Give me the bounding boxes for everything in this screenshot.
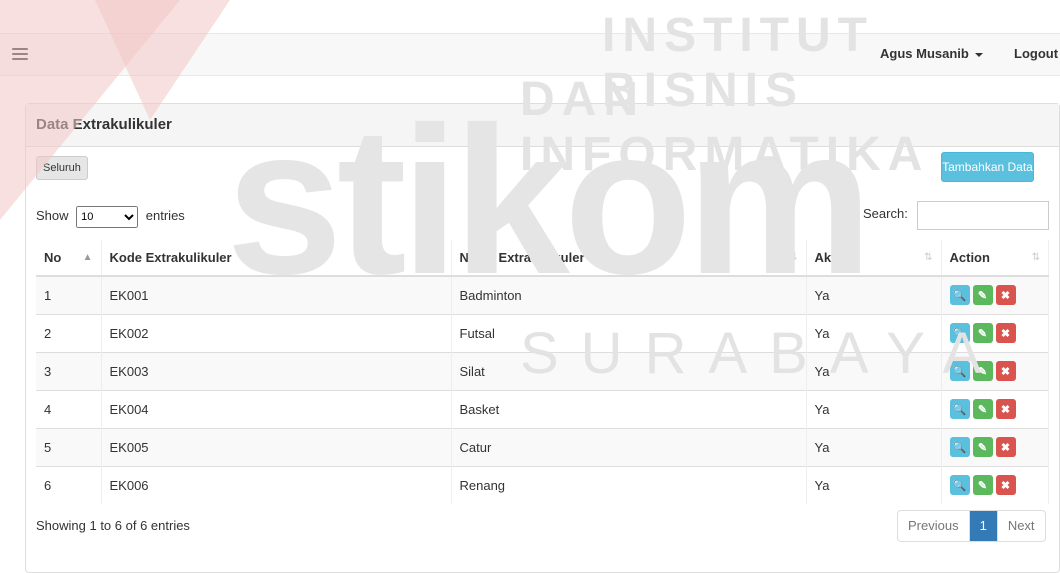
- cell-nama: Futsal: [451, 313, 807, 352]
- menu-toggle-icon[interactable]: [12, 48, 28, 61]
- sort-icon: ⇅: [1031, 252, 1040, 263]
- cell-action: 🔍 ✎ ✖: [941, 313, 1049, 352]
- delete-button[interactable]: ✖: [995, 399, 1016, 419]
- cell-no: 3: [36, 351, 102, 390]
- cell-nama: Catur: [451, 427, 807, 466]
- cell-action: 🔍 ✎ ✖: [941, 465, 1049, 504]
- col-nama-label: Nama Extrakulikuler: [459, 250, 585, 265]
- cell-nama: Renang: [451, 465, 807, 504]
- cell-aktif: Ya: [806, 389, 942, 428]
- delete-button[interactable]: ✖: [995, 285, 1016, 306]
- cell-kode: EK005: [101, 427, 452, 466]
- logout-link[interactable]: Logout: [1014, 46, 1058, 61]
- user-dropdown[interactable]: Agus Musanib: [880, 46, 983, 61]
- search-input[interactable]: [917, 201, 1049, 230]
- user-name: Agus Musanib: [880, 46, 969, 61]
- cell-action: 🔍 ✎ ✖: [941, 275, 1049, 314]
- sort-icon: ⇅: [924, 252, 933, 263]
- add-data-button[interactable]: Tambahkan Data: [941, 152, 1034, 182]
- edit-button[interactable]: ✎: [972, 361, 993, 381]
- view-button[interactable]: 🔍: [949, 323, 970, 343]
- cell-aktif: Ya: [806, 351, 942, 390]
- entries-label: entries: [145, 208, 185, 223]
- table-row: 5 EK005 Catur Ya 🔍 ✎ ✖: [36, 427, 1049, 466]
- view-button[interactable]: 🔍: [949, 361, 970, 381]
- cell-kode: EK001: [101, 275, 452, 314]
- edit-button[interactable]: ✎: [972, 475, 993, 496]
- edit-button[interactable]: ✎: [972, 437, 993, 457]
- next-button[interactable]: Next: [998, 511, 1045, 541]
- cell-action: 🔍 ✎ ✖: [941, 351, 1049, 390]
- cell-kode: EK004: [101, 389, 452, 428]
- col-no-label: No: [44, 250, 62, 265]
- col-aktif-label: Aktif: [814, 250, 844, 265]
- cell-no: 5: [36, 427, 102, 466]
- table-row: 6 EK006 Renang Ya 🔍 ✎ ✖: [36, 465, 1049, 504]
- top-navbar: Agus Musanib Logout: [0, 33, 1060, 76]
- sort-icon: ⇅: [789, 252, 798, 263]
- col-kode[interactable]: Kode Extrakulikuler ⇅: [101, 240, 452, 277]
- show-all-button[interactable]: Seluruh: [36, 156, 88, 180]
- panel-heading: Data Extrakulikuler: [26, 104, 1059, 147]
- edit-button[interactable]: ✎: [972, 285, 993, 306]
- delete-button[interactable]: ✖: [995, 361, 1016, 381]
- cell-kode: EK003: [101, 351, 452, 390]
- sort-icon: ⇅: [434, 252, 443, 263]
- cell-no: 6: [36, 465, 102, 504]
- entries-length: Show 10 entries: [36, 206, 185, 228]
- delete-button[interactable]: ✖: [995, 475, 1016, 496]
- prev-button[interactable]: Previous: [898, 511, 969, 541]
- cell-no: 4: [36, 389, 102, 428]
- col-kode-label: Kode Extrakulikuler: [109, 250, 232, 265]
- entries-select[interactable]: 10: [76, 206, 139, 228]
- view-button[interactable]: 🔍: [949, 399, 970, 419]
- table-row: 2 EK002 Futsal Ya 🔍 ✎ ✖: [36, 313, 1049, 352]
- table-header-row: No ▲ Kode Extrakulikuler ⇅ Nama Extrakulik…: [36, 240, 1049, 277]
- view-button[interactable]: 🔍: [949, 475, 970, 496]
- table-info: Showing 1 to 6 of 6 entries: [36, 518, 190, 533]
- data-table: No ▲ Kode Extrakulikuler ⇅ Nama Extrakulik…: [36, 240, 1049, 504]
- table-row: 1 EK001 Badminton Ya 🔍 ✎ ✖: [36, 275, 1049, 314]
- delete-button[interactable]: ✖: [995, 437, 1016, 457]
- cell-nama: Basket: [451, 389, 807, 428]
- cell-nama: Silat: [451, 351, 807, 390]
- view-button[interactable]: 🔍: [949, 437, 970, 457]
- search-label: Search:: [863, 206, 908, 221]
- show-label: Show: [36, 208, 69, 223]
- cell-nama: Badminton: [451, 275, 807, 314]
- cell-kode: EK006: [101, 465, 452, 504]
- cell-kode: EK002: [101, 313, 452, 352]
- col-action[interactable]: Action ⇅: [941, 240, 1049, 277]
- edit-button[interactable]: ✎: [972, 323, 993, 343]
- col-no[interactable]: No ▲: [36, 240, 102, 277]
- page-1-button[interactable]: 1: [968, 511, 998, 541]
- cell-action: 🔍 ✎ ✖: [941, 389, 1049, 428]
- view-button[interactable]: 🔍: [949, 285, 970, 306]
- data-panel: Data Extrakulikuler Seluruh Tambahkan Da…: [25, 103, 1060, 573]
- delete-button[interactable]: ✖: [995, 323, 1016, 343]
- col-aktif[interactable]: Aktif ⇅: [806, 240, 942, 277]
- cell-aktif: Ya: [806, 275, 942, 314]
- table-row: 4 EK004 Basket Ya 🔍 ✎ ✖: [36, 389, 1049, 428]
- cell-no: 1: [36, 275, 102, 314]
- caret-down-icon: [974, 52, 983, 57]
- pagination: Previous 1 Next: [897, 510, 1046, 542]
- sort-asc-icon: ▲: [82, 252, 93, 263]
- col-nama[interactable]: Nama Extrakulikuler ⇅: [451, 240, 807, 277]
- col-action-label: Action: [949, 250, 990, 265]
- edit-button[interactable]: ✎: [972, 399, 993, 419]
- page-title: Data Extrakulikuler: [36, 116, 172, 133]
- cell-aktif: Ya: [806, 313, 942, 352]
- cell-aktif: Ya: [806, 427, 942, 466]
- cell-action: 🔍 ✎ ✖: [941, 427, 1049, 466]
- cell-aktif: Ya: [806, 465, 942, 504]
- table-row: 3 EK003 Silat Ya 🔍 ✎ ✖: [36, 351, 1049, 390]
- cell-no: 2: [36, 313, 102, 352]
